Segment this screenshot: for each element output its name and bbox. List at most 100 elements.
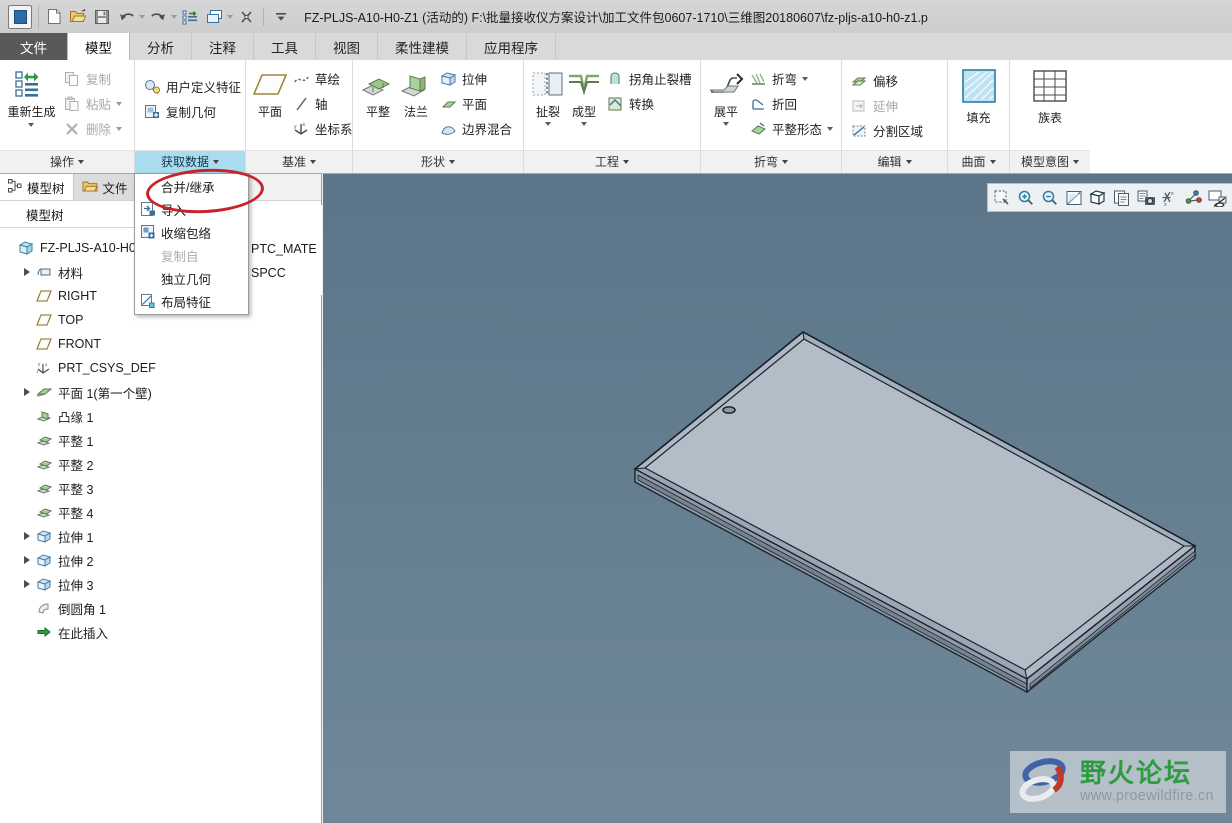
datum-axis-button[interactable]: 轴 xyxy=(290,91,359,116)
new-file-icon[interactable] xyxy=(43,6,65,28)
ribbon-group-label-bend[interactable]: 折弯 xyxy=(701,150,841,173)
redo-dropdown-caret[interactable] xyxy=(171,14,177,19)
zoom-region-icon[interactable] xyxy=(991,187,1013,209)
group-expand-caret[interactable] xyxy=(449,160,455,164)
tree-item-flat-4[interactable]: 平整 4 xyxy=(0,500,321,524)
coordinate-system-button[interactable]: xy 坐标系 xyxy=(290,116,359,141)
tree-item-extrude-2[interactable]: 拉伸 2 xyxy=(0,548,321,572)
bend-button[interactable]: 折弯 xyxy=(747,66,839,91)
undo-icon[interactable] xyxy=(115,6,137,28)
ribbon-group-label-edit[interactable]: 编辑 xyxy=(842,150,947,173)
tab-applications[interactable]: 应用程序 xyxy=(467,33,556,60)
navtab-folder-browser[interactable]: 文件 xyxy=(72,174,137,200)
navtab-model-tree[interactable]: 模型树 xyxy=(0,174,73,200)
menu-item-import[interactable]: 导入 xyxy=(135,198,248,221)
graphics-viewport[interactable]: xz 野火论坛 www.proewildfire.cn xyxy=(323,174,1232,823)
sketch-button[interactable]: 草绘 xyxy=(290,66,359,91)
bend-caret[interactable] xyxy=(802,76,809,81)
rip-caret[interactable] xyxy=(545,122,551,126)
group-expand-caret[interactable] xyxy=(213,160,219,164)
delete-button[interactable]: 删除 xyxy=(61,116,128,141)
refit-icon[interactable] xyxy=(1063,187,1085,209)
application-icon[interactable] xyxy=(8,4,32,29)
regenerate-caret[interactable] xyxy=(28,123,35,127)
tab-file[interactable]: 文件 xyxy=(0,33,67,60)
delete-caret[interactable] xyxy=(116,126,122,131)
save-icon[interactable] xyxy=(91,6,113,28)
unbend-caret[interactable] xyxy=(723,122,729,126)
menu-item-shrinkwrap[interactable]: 收缩包络 xyxy=(135,221,248,244)
tab-tools[interactable]: 工具 xyxy=(254,33,316,60)
group-expand-caret[interactable] xyxy=(1073,160,1079,164)
bend-back-button[interactable]: 折回 xyxy=(747,91,839,116)
regenerate-button[interactable]: 重新生成 xyxy=(6,64,57,127)
group-expand-caret[interactable] xyxy=(78,160,84,164)
extrude-button[interactable]: 拉伸 xyxy=(437,66,518,91)
annotation-display-icon[interactable] xyxy=(1183,187,1205,209)
ribbon-group-label-datum[interactable]: 基准 xyxy=(246,150,352,173)
tab-flexible-modeling[interactable]: 柔性建模 xyxy=(378,33,467,60)
udf-button[interactable]: 用户定义特征 xyxy=(141,74,247,99)
ribbon-group-label-surface[interactable]: 曲面 xyxy=(948,150,1009,173)
split-area-button[interactable]: 分割区域 xyxy=(848,118,929,143)
offset-button[interactable]: 偏移 xyxy=(848,68,929,93)
view-orientation-icon[interactable] xyxy=(1087,187,1109,209)
customize-qat-icon[interactable] xyxy=(270,6,292,28)
form-caret[interactable] xyxy=(581,122,587,126)
zoom-in-icon[interactable] xyxy=(1015,187,1037,209)
tab-model[interactable]: 模型 xyxy=(67,33,130,61)
tree-item-flange-1[interactable]: 凸缘 1 xyxy=(0,404,321,428)
family-table-button[interactable]: 族表 xyxy=(1022,64,1078,125)
expand-arrow-icon[interactable] xyxy=(20,268,34,276)
group-expand-caret[interactable] xyxy=(989,160,996,164)
boundary-blend-button[interactable]: 边界混合 xyxy=(437,116,518,141)
paste-button[interactable]: 粘贴 xyxy=(61,91,128,116)
regenerate-icon[interactable] xyxy=(179,6,201,28)
tree-item-prt-csys-def[interactable]: xzy PRT_CSYS_DEF xyxy=(0,356,321,380)
layer-display-icon[interactable] xyxy=(1207,187,1229,209)
conversion-button[interactable]: 转换 xyxy=(604,91,698,116)
tree-item-insert-here[interactable]: 在此插入 xyxy=(0,620,321,644)
expand-arrow-icon[interactable] xyxy=(20,580,34,588)
tree-item-flat-1[interactable]: 平整 1 xyxy=(0,428,321,452)
undo-dropdown-caret[interactable] xyxy=(139,14,145,19)
flat-wall-button[interactable]: 平整 xyxy=(359,64,397,119)
open-file-icon[interactable] xyxy=(67,6,89,28)
group-expand-caret[interactable] xyxy=(782,160,788,164)
flange-button[interactable]: 法兰 xyxy=(397,64,435,119)
ribbon-group-label-get-data[interactable]: 获取数据 xyxy=(135,150,245,173)
rip-button[interactable]: 扯裂 xyxy=(530,64,566,126)
window-dropdown-caret[interactable] xyxy=(227,14,233,19)
form-button[interactable]: 成型 xyxy=(566,64,602,126)
datum-plane-button[interactable]: 平面 xyxy=(252,64,288,119)
expand-arrow-icon[interactable] xyxy=(20,532,34,540)
menu-item-merge-inherit[interactable]: 合并/继承 xyxy=(135,175,248,198)
ribbon-group-label-operations[interactable]: 操作 xyxy=(0,150,134,173)
saved-views-icon[interactable] xyxy=(1111,187,1133,209)
ribbon-group-label-engineering[interactable]: 工程 xyxy=(524,150,700,173)
fill-surface-button[interactable]: 填充 xyxy=(954,64,1003,125)
tab-annotate[interactable]: 注释 xyxy=(192,33,254,60)
expand-arrow-icon[interactable] xyxy=(20,556,34,564)
group-expand-caret[interactable] xyxy=(310,160,316,164)
tree-item-extrude-1[interactable]: 拉伸 1 xyxy=(0,524,321,548)
tab-analysis[interactable]: 分析 xyxy=(130,33,192,60)
group-expand-caret[interactable] xyxy=(905,160,912,164)
copy-geometry-button[interactable]: 复制几何 xyxy=(141,99,247,124)
menu-item-layout-feature[interactable]: 布局特征 xyxy=(135,290,248,313)
close-window-icon[interactable] xyxy=(235,6,257,28)
material-row-0[interactable]: PTC_MATE xyxy=(245,237,322,261)
tree-item-round-1[interactable]: 倒圆角 1 xyxy=(0,596,321,620)
paste-caret[interactable] xyxy=(116,101,122,106)
redo-icon[interactable] xyxy=(147,6,169,28)
flat-state-caret[interactable] xyxy=(827,126,834,131)
window-icon[interactable] xyxy=(203,6,225,28)
tab-view[interactable]: 视图 xyxy=(316,33,378,60)
unbend-button[interactable]: 展平 xyxy=(707,64,745,126)
expand-arrow-icon[interactable] xyxy=(20,388,34,396)
tree-item-front[interactable]: FRONT xyxy=(0,332,321,356)
menu-item-independent-geometry[interactable]: 独立几何 xyxy=(135,267,248,290)
fill-plane-button[interactable]: 平面 xyxy=(437,91,518,116)
group-expand-caret[interactable] xyxy=(623,160,629,164)
corner-relief-button[interactable]: 拐角止裂槽 xyxy=(604,66,698,91)
